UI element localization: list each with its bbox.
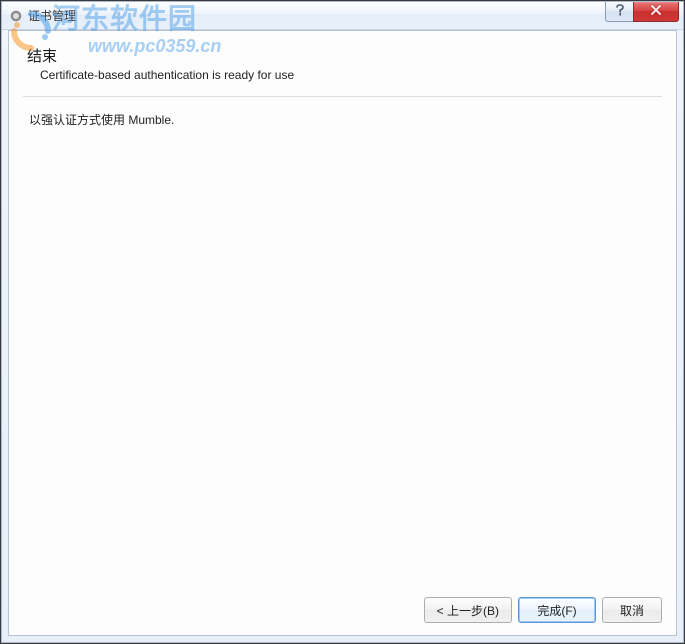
wizard-client-area: 结束 Certificate-based authentication is r… <box>8 30 677 636</box>
header-divider <box>23 96 662 97</box>
wizard-header: 结束 Certificate-based authentication is r… <box>23 45 662 92</box>
cancel-button[interactable]: 取消 <box>602 597 662 623</box>
titlebar-buttons <box>605 2 679 22</box>
wizard-button-row: < 上一步(B) 完成(F) 取消 <box>23 589 662 623</box>
dialog-window: 证书管理 结束 Certificate-based authentication… <box>1 1 684 643</box>
wizard-header-subtitle: Certificate-based authentication is read… <box>27 68 658 82</box>
wizard-header-title: 结束 <box>27 45 658 66</box>
window-title: 证书管理 <box>28 7 681 24</box>
help-button[interactable] <box>605 2 633 22</box>
wizard-body-text: 以强认证方式使用 Mumble. <box>29 111 656 128</box>
app-icon <box>8 8 24 24</box>
close-icon <box>650 5 662 18</box>
titlebar[interactable]: 证书管理 <box>2 2 683 30</box>
back-button[interactable]: < 上一步(B) <box>424 597 512 623</box>
finish-button[interactable]: 完成(F) <box>518 597 596 623</box>
close-button[interactable] <box>633 2 679 22</box>
help-icon <box>615 4 625 19</box>
wizard-body: 以强认证方式使用 Mumble. <box>23 111 662 589</box>
